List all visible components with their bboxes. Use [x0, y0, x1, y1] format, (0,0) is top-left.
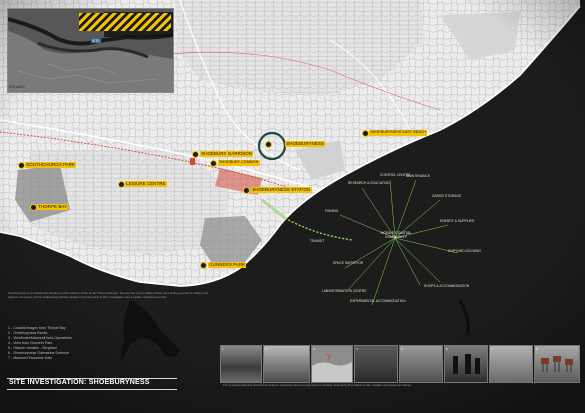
photo-thumbnail: 3 [311, 345, 353, 383]
photo-thumbnail: 7 [489, 345, 533, 383]
shoebury-common-marker [210, 160, 217, 167]
label-leisure-centre: LEISURE CENTRE [125, 181, 167, 187]
shoeburyness-marker [265, 141, 272, 148]
hazard-stripe [79, 13, 171, 31]
sea-fort-drawing [541, 356, 573, 372]
photo-strip: 1 2 3 4 5 6 7 8 [220, 345, 580, 383]
site-investigation-sheet: SITE ESTUARY SHOEBURYNESS SOUTHCHURCH PA… [0, 0, 585, 413]
legend-item: 7 - Maunsell Estuarine forts [8, 356, 52, 360]
label-southchurch-park: SOUTHCHURCH PARK [25, 162, 77, 168]
southchurch-marker [18, 162, 25, 169]
fort-silhouette-drawing [453, 354, 480, 374]
map-thumbnail-drawing [312, 353, 352, 382]
photo-number: 4 [356, 347, 358, 351]
photo-number: 3 [313, 347, 315, 351]
thorpe-bay-marker [30, 204, 37, 211]
page-title: SITE INVESTIGATION: SHOEBURYNESS [9, 379, 150, 386]
node-shipyard: SHIPYARD DOCKING [448, 249, 481, 253]
node-lab: LAB/INFORMATION CENTRE [322, 289, 367, 293]
photo-number: 6 [446, 347, 448, 351]
station-label-marker [243, 187, 250, 194]
leisure-centre-marker [118, 181, 125, 188]
photo-number: 1 [222, 347, 224, 351]
east-beach-marker [362, 130, 369, 137]
gunners-park-marker [200, 262, 207, 269]
photo-thumbnail: 1 [220, 345, 262, 383]
node-shops: SHOPS & ACCOMMODATION [424, 284, 470, 288]
photo-thumbnail: 6 [444, 345, 488, 383]
station-marker-dot [192, 151, 199, 158]
photo-thumbnail: 4 [354, 345, 398, 383]
node-maintenance: MAINTENANCE [406, 174, 430, 178]
photo-thumbnail: 8 [534, 345, 580, 383]
node-research: RESEARCH & EDUCATION [348, 181, 390, 185]
photo-thumbnail: 2 [263, 345, 310, 383]
photo-number: 2 [265, 347, 267, 351]
photo-number: 7 [491, 347, 493, 351]
photo-number: 5 [401, 347, 403, 351]
photo-thumbnail: 5 [399, 345, 443, 383]
intro-paragraph: Shoeburyness is a coastal town situated … [8, 291, 209, 299]
label-shoeburyness-station: SHOEBURYNESS STATION [251, 187, 312, 193]
community-hub-label: MOBILE COASTAL COMMUNITY [380, 231, 412, 239]
node-experimental: EXPERIMENTAL ACCOMMODATION [350, 299, 406, 303]
label-shoeburyness: SHOEBURYNESS [285, 141, 326, 147]
node-cargo: CARGO STORAGE [432, 194, 462, 198]
label-gunners-park: GUNNERS PARK [208, 262, 247, 268]
secondary-paragraph: The exposed shoreline and historic defen… [223, 383, 412, 387]
inset-site-tag: SITE [91, 39, 101, 43]
label-garrison: SHOEBURY GARRISON [200, 151, 254, 157]
photo-legend: 1 - Coastal images from Thorpe Bay 2 - S… [8, 326, 72, 361]
node-transit: TRANSIT [310, 239, 325, 243]
label-east-beach: SHOEBURYNESS EAST BEACH [369, 130, 428, 136]
photo-number: 8 [536, 347, 538, 351]
label-shoebury-common: SHOEBURY COMMON [218, 160, 260, 166]
node-space: SPACE SURVEYOR [333, 261, 364, 265]
node-energy: ENERGY & SUPPLIES [440, 219, 475, 223]
inset-caption: ESTUARY [9, 85, 25, 89]
label-thorpe-bay: THORPE BAY [37, 204, 69, 210]
node-fishing: FISHING [325, 209, 339, 213]
